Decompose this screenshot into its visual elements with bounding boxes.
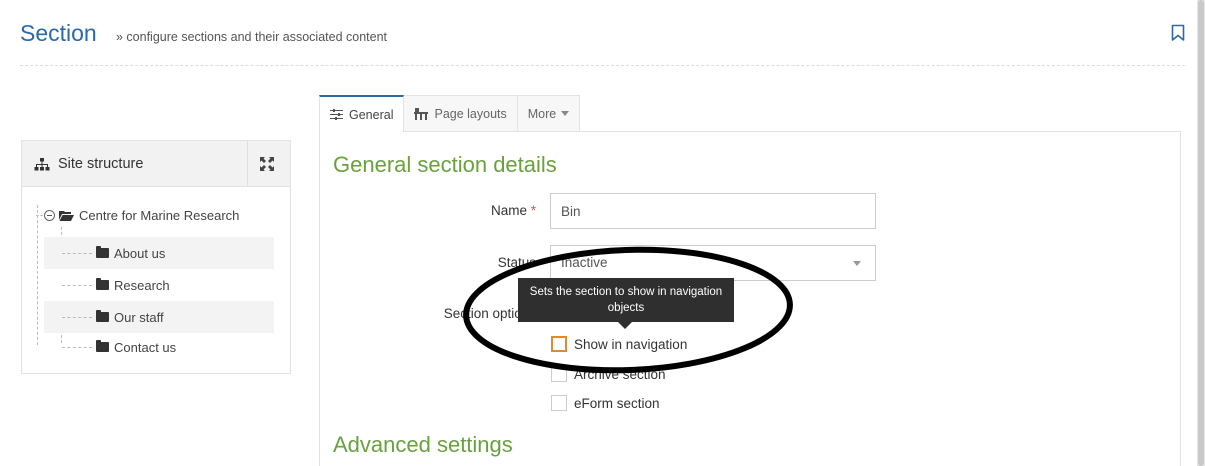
checkbox-label[interactable]: Show in navigation — [574, 337, 687, 352]
site-structure-header: Site structure — [22, 141, 290, 187]
checkbox-label[interactable]: Archive section — [574, 367, 666, 382]
name-label: Name * — [440, 203, 536, 218]
header-divider — [247, 141, 248, 187]
eform-section-option[interactable]: eForm section — [551, 393, 660, 413]
show-in-navigation-option[interactable]: Show in navigation — [551, 334, 687, 354]
tree-item-about-us[interactable]: About us — [44, 237, 274, 269]
tree-connector — [62, 252, 92, 254]
section-heading: General section details — [333, 152, 557, 177]
archive-section-option[interactable]: Archive section — [551, 364, 666, 384]
page-scrollbar[interactable] — [1197, 0, 1205, 466]
tree-item-contact-us[interactable]: Contact us — [44, 331, 274, 363]
bookmark-icon[interactable] — [1171, 24, 1185, 42]
tab-label[interactable]: More — [528, 107, 556, 121]
tree-connector — [62, 284, 92, 286]
caret-down-icon — [853, 261, 861, 266]
tab-more[interactable]: More — [516, 95, 581, 131]
section-tabs: General Page layouts More — [319, 95, 581, 132]
scrollbar-thumb[interactable] — [1198, 0, 1204, 466]
tree-item-label[interactable]: Contact us — [114, 340, 176, 355]
archive-section-checkbox[interactable] — [551, 366, 567, 382]
tooltip: Sets the section to show in navigation o… — [518, 278, 734, 322]
name-input[interactable] — [550, 193, 876, 229]
tree-guide-line — [37, 205, 38, 345]
layout-icon — [414, 107, 429, 120]
tree-connector — [62, 346, 92, 348]
section-options-label: Section options — [443, 306, 536, 321]
collapse-icon[interactable] — [44, 209, 55, 221]
sitemap-icon — [34, 158, 50, 171]
tree-item-label[interactable]: Our staff — [114, 310, 164, 325]
tree-item-label[interactable]: About us — [114, 246, 165, 261]
tree-root-node[interactable]: Centre for Marine Research — [36, 205, 239, 225]
tab-label[interactable]: General — [349, 108, 393, 122]
caret-down-icon — [561, 111, 570, 116]
folder-icon — [96, 310, 109, 322]
advanced-settings-heading: Advanced settings — [333, 432, 513, 457]
folder-icon — [96, 340, 109, 352]
tree-item-our-staff[interactable]: Our staff — [44, 301, 274, 333]
folder-icon — [96, 246, 109, 258]
tab-label[interactable]: Page layouts — [434, 107, 506, 121]
tree-root-label[interactable]: Centre for Marine Research — [79, 208, 239, 223]
checkbox-label[interactable]: eForm section — [574, 396, 660, 411]
tree-connector — [62, 316, 92, 318]
page-header: Section » configure sections and their a… — [20, 18, 1185, 66]
tree-item-research[interactable]: Research — [44, 269, 274, 301]
page-subtitle: » configure sections and their associate… — [116, 30, 388, 44]
show-in-navigation-checkbox[interactable] — [551, 336, 567, 352]
status-label: Status — [497, 255, 536, 270]
site-structure-title: Site structure — [58, 156, 144, 172]
section-details-panel — [319, 131, 1181, 466]
required-marker: * — [530, 203, 536, 218]
tooltip-arrow — [618, 322, 632, 329]
name-label-text: Name — [490, 203, 527, 218]
tree-connector — [36, 214, 43, 216]
status-value[interactable]: Inactive — [561, 255, 608, 270]
tree-item-label[interactable]: Research — [114, 278, 170, 293]
folder-icon — [96, 278, 109, 290]
site-structure-panel: Site structure Centre for Marine Researc… — [21, 140, 291, 374]
sliders-icon — [330, 109, 343, 120]
expand-icon[interactable] — [258, 155, 276, 173]
tab-general[interactable]: General — [319, 95, 405, 132]
tab-page-layouts[interactable]: Page layouts — [403, 95, 518, 131]
eform-section-checkbox[interactable] — [551, 395, 567, 411]
status-select[interactable]: Inactive — [550, 245, 876, 281]
page-title: Section — [20, 20, 97, 46]
folder-open-icon — [59, 210, 74, 221]
